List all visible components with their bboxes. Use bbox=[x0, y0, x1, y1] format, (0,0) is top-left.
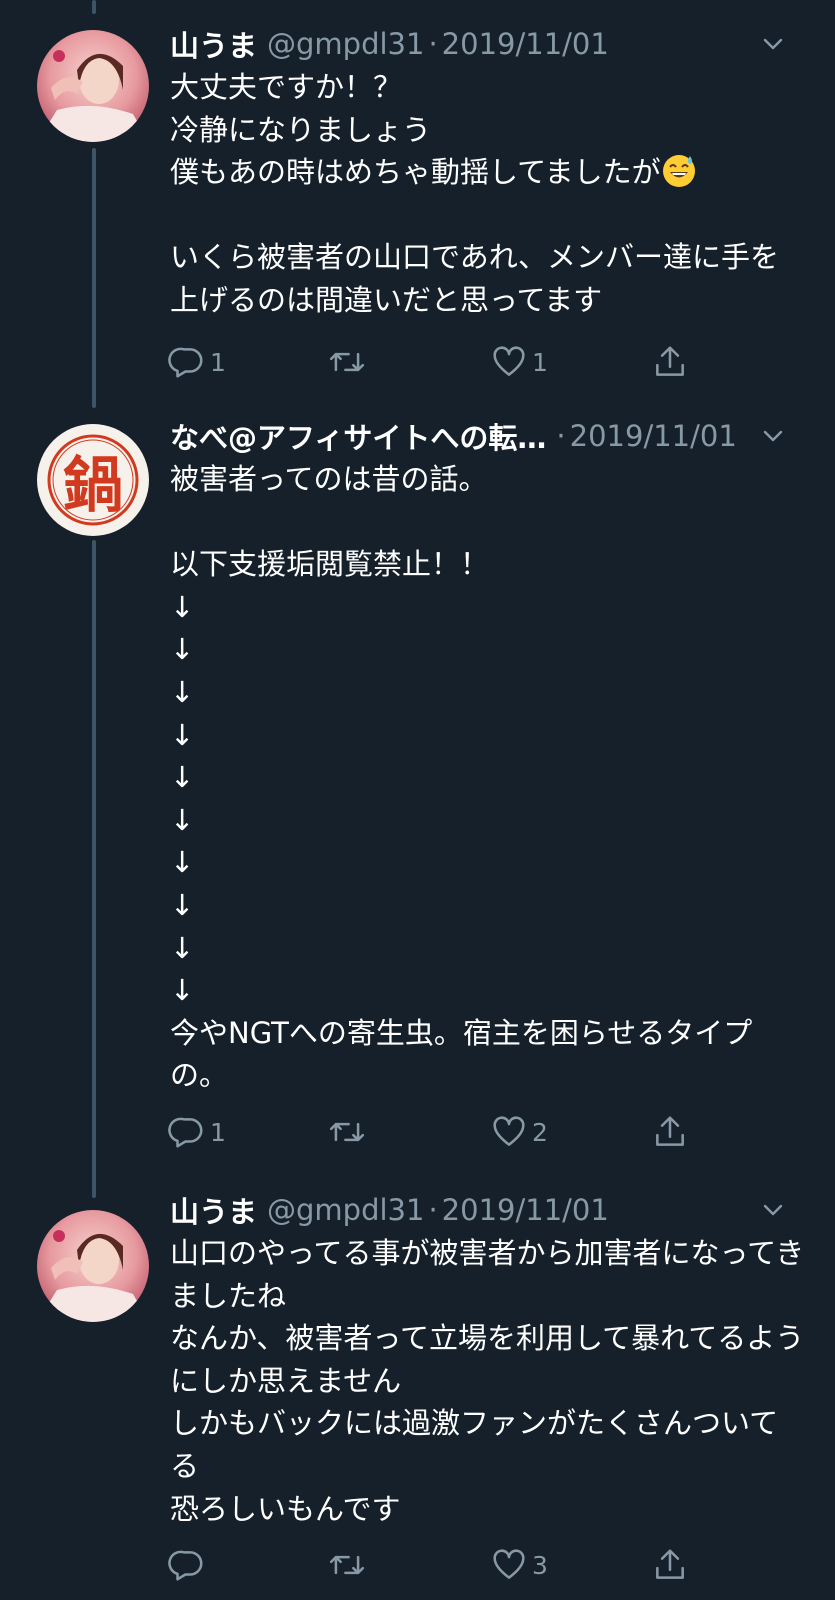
reply-button[interactable]: 1 bbox=[168, 340, 226, 384]
display-name[interactable]: 山うま bbox=[170, 23, 257, 65]
tweet-header: なべ@アフィサイトへの転… · 2019/11/01 bbox=[170, 414, 815, 458]
retweet-button[interactable] bbox=[328, 1110, 370, 1154]
tweet-actions: 1 1 bbox=[168, 340, 708, 384]
user-handle[interactable]: @gmpdl31 bbox=[267, 27, 424, 61]
share-icon bbox=[656, 1116, 684, 1146]
reply-button[interactable]: 1 bbox=[168, 1110, 226, 1154]
tweet-text-part: 大丈夫ですか！？ 冷静になりましょう 僕もあの時はめちゃ動揺してましたが bbox=[170, 70, 661, 190]
reply-button[interactable] bbox=[168, 1543, 210, 1587]
avatar-image bbox=[37, 1210, 149, 1322]
like-icon bbox=[493, 1116, 525, 1146]
share-button[interactable] bbox=[651, 1543, 689, 1587]
retweet-icon bbox=[329, 1555, 365, 1575]
share-icon bbox=[656, 346, 684, 376]
grinning-face-with-sweat-icon bbox=[662, 155, 695, 188]
tweet-text: 山口のやってる事が被害者から加害者になってきましたね なんか、被害者って立場を利… bbox=[170, 1236, 805, 1526]
separator-dot: · bbox=[428, 1193, 438, 1227]
tweet-header: 山うま @gmpdl31 · 2019/11/01 bbox=[170, 22, 815, 66]
tweet-actions: 3 bbox=[168, 1543, 708, 1587]
chevron-down-icon[interactable] bbox=[759, 1196, 787, 1224]
avatar-image bbox=[37, 30, 149, 142]
tweet-date[interactable]: 2019/11/01 bbox=[442, 1193, 609, 1227]
tweet-date[interactable]: 2019/11/01 bbox=[570, 419, 737, 453]
like-count: 2 bbox=[532, 1117, 548, 1147]
chevron-down-icon[interactable] bbox=[759, 30, 787, 58]
tweet-header: 山うま @gmpdl31 · 2019/11/01 bbox=[170, 1188, 815, 1232]
like-button[interactable]: 3 bbox=[490, 1543, 548, 1587]
tweet-text: 被害者ってのは昔の話。 以下支援垢閲覧禁止！！ ↓ ↓ ↓ ↓ ↓ ↓ ↓ ↓ … bbox=[170, 462, 753, 1093]
like-count: 1 bbox=[532, 347, 548, 377]
retweet-button[interactable] bbox=[328, 1543, 370, 1587]
reply-icon bbox=[168, 1117, 203, 1148]
tweet-text-part: いくら被害者の山口であれ、メンバー達に手を上げるのは間違いだと思ってます bbox=[170, 240, 780, 317]
tweet-actions: 1 2 bbox=[168, 1110, 708, 1154]
tweet[interactable]: 山うま @gmpdl31 · 2019/11/01 山口のやってる事が被害者から… bbox=[0, 1188, 835, 1600]
avatar-seal-char: 鍋 bbox=[63, 450, 123, 521]
retweet-icon bbox=[329, 1122, 365, 1142]
chevron-down-icon[interactable] bbox=[759, 422, 787, 450]
like-count: 3 bbox=[532, 1550, 548, 1580]
avatar[interactable] bbox=[37, 1210, 149, 1322]
separator-dot: · bbox=[428, 27, 438, 61]
tweet-date[interactable]: 2019/11/01 bbox=[442, 27, 609, 61]
separator-dot: · bbox=[556, 419, 566, 453]
like-button[interactable]: 1 bbox=[490, 340, 548, 384]
tweet-text: 大丈夫ですか！？ 冷静になりましょう 僕もあの時はめちゃ動揺してましたが いくら… bbox=[170, 66, 805, 322]
reply-count: 1 bbox=[210, 1117, 226, 1147]
like-icon bbox=[493, 346, 525, 376]
retweet-button[interactable] bbox=[328, 340, 370, 384]
like-icon bbox=[493, 1549, 525, 1579]
display-name[interactable]: なべ@アフィサイトへの転… bbox=[170, 415, 546, 457]
tweet[interactable]: 山うま @gmpdl31 · 2019/11/01 大丈夫ですか！？ 冷静になり… bbox=[0, 0, 835, 400]
retweet-icon bbox=[329, 352, 365, 372]
user-handle[interactable]: @gmpdl31 bbox=[267, 1193, 424, 1227]
display-name[interactable]: 山うま bbox=[170, 1189, 257, 1231]
share-button[interactable] bbox=[651, 340, 689, 384]
share-icon bbox=[656, 1549, 684, 1579]
reply-count: 1 bbox=[210, 347, 226, 377]
tweet[interactable]: 鍋 なべ@アフィサイトへの転… · 2019/11/01 被害者ってのは昔の話。… bbox=[0, 408, 835, 1188]
avatar[interactable] bbox=[37, 30, 149, 142]
like-button[interactable]: 2 bbox=[490, 1110, 548, 1154]
reply-icon bbox=[168, 347, 203, 378]
share-button[interactable] bbox=[651, 1110, 689, 1154]
reply-icon bbox=[168, 1550, 203, 1581]
